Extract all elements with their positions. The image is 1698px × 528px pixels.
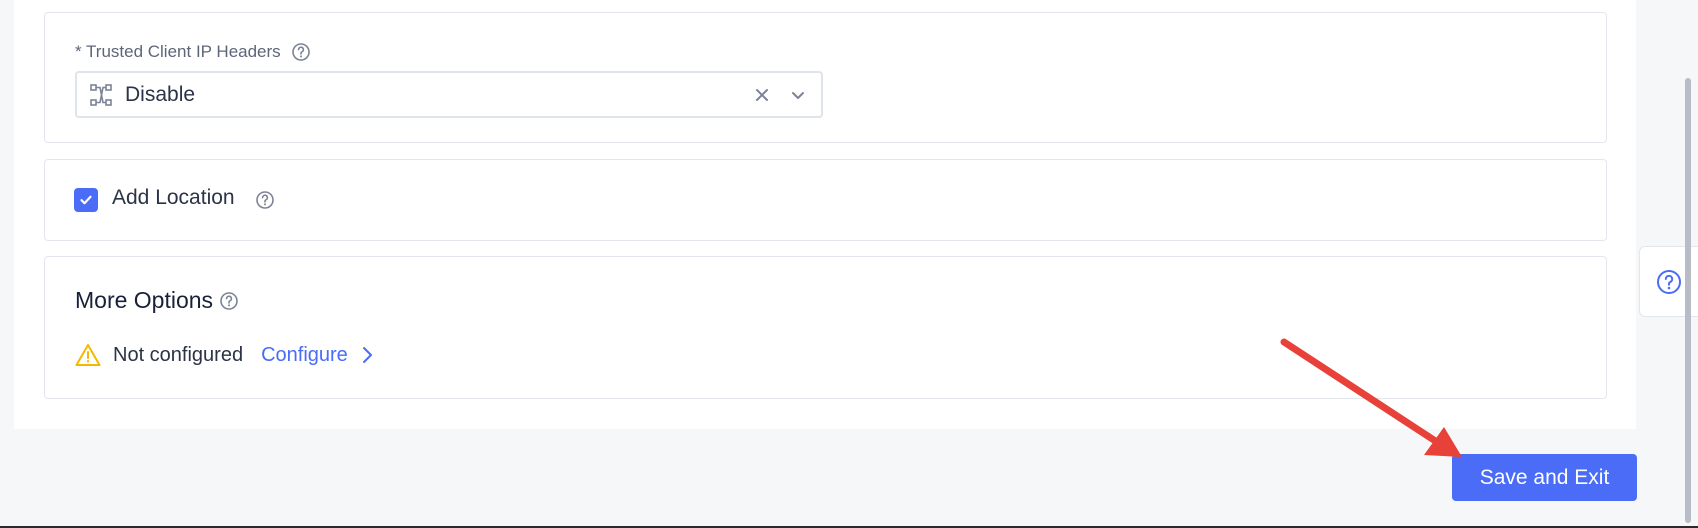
chevron-down-icon[interactable] [787, 84, 809, 106]
form-panel: * Trusted Client IP Headers Disable Add … [14, 0, 1636, 429]
more-options-status-row: Not configured Configure [75, 343, 376, 367]
help-icon[interactable] [219, 291, 239, 311]
warning-icon [75, 343, 101, 367]
trusted-ip-card: * Trusted Client IP Headers Disable [44, 12, 1607, 143]
more-options-heading: More Options [75, 287, 239, 314]
add-location-label[interactable]: Add Location [112, 186, 235, 210]
clear-icon[interactable] [751, 84, 773, 106]
help-icon[interactable] [291, 42, 311, 62]
more-options-title: More Options [75, 287, 214, 313]
add-location-card: Add Location [44, 159, 1607, 241]
more-options-status-text: Not configured [113, 343, 244, 366]
help-icon [1657, 269, 1681, 294]
add-location-checkbox[interactable] [74, 188, 98, 212]
network-icon [89, 83, 113, 107]
configure-link[interactable]: Configure [261, 344, 348, 367]
chevron-right-icon[interactable] [358, 344, 376, 366]
help-icon[interactable] [255, 190, 275, 210]
save-and-exit-button[interactable]: Save and Exit [1452, 454, 1637, 501]
more-options-card: More Options Not configured Configure [44, 256, 1607, 399]
trusted-ip-field-label: * Trusted Client IP Headers [75, 42, 311, 62]
trusted-ip-label-text: * Trusted Client IP Headers [75, 42, 281, 61]
scrollbar-thumb[interactable] [1685, 78, 1691, 523]
trusted-ip-select[interactable]: Disable [75, 71, 823, 118]
checkmark-icon [80, 195, 92, 205]
trusted-ip-selected-value: Disable [125, 82, 196, 106]
